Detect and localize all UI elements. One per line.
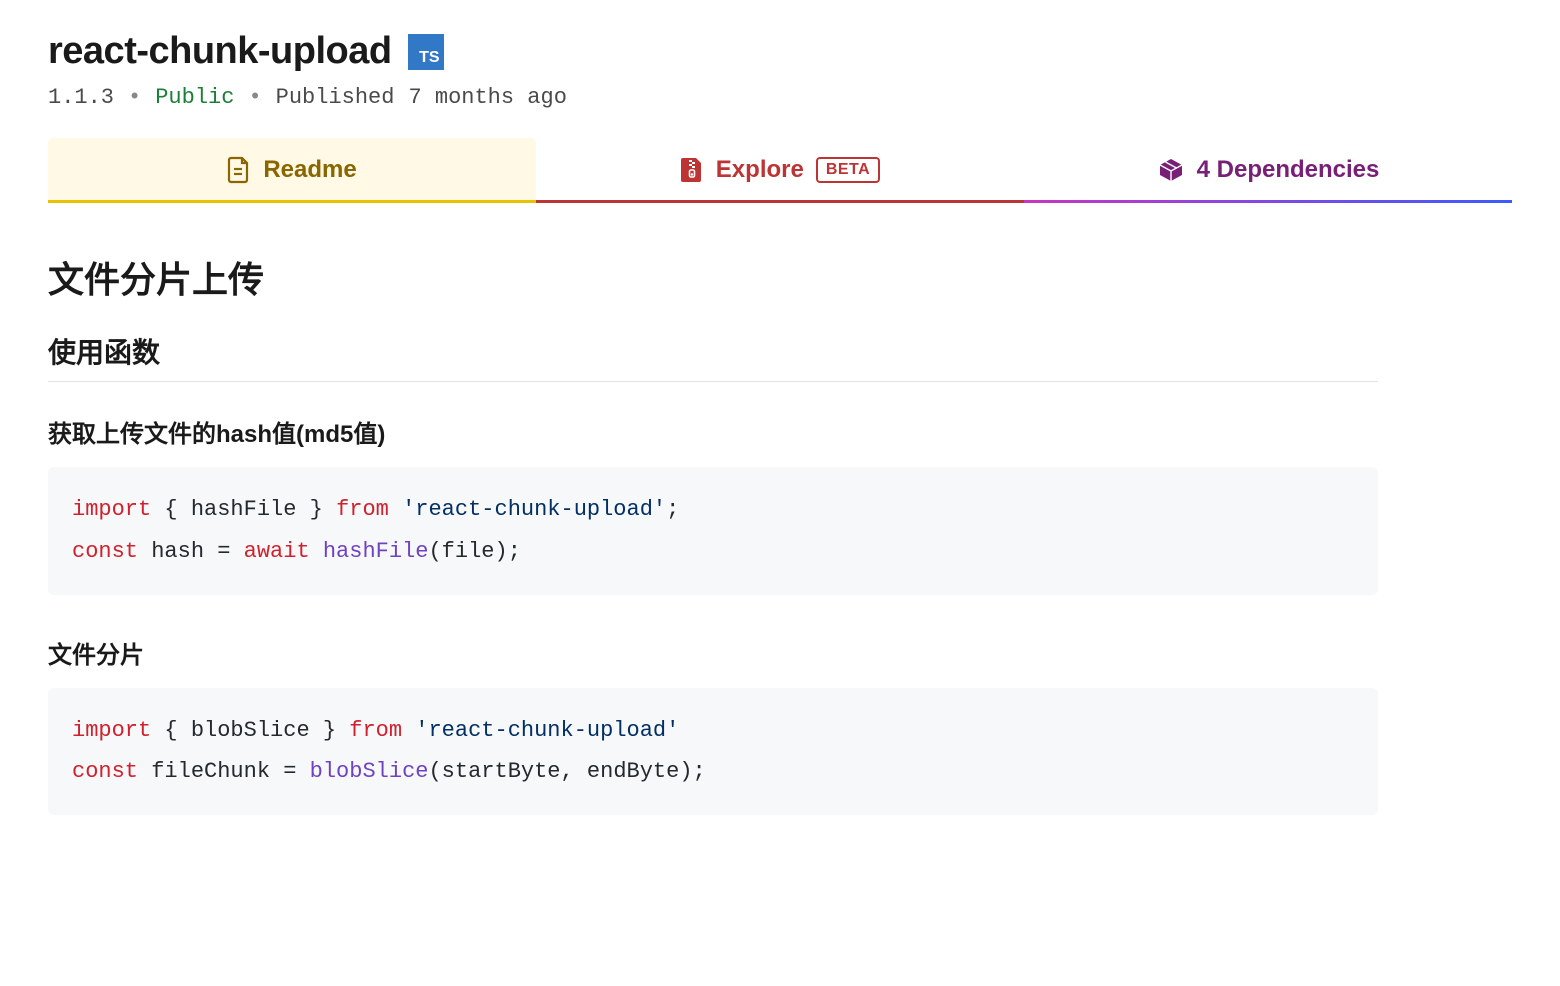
deps-count: 4 <box>1197 156 1210 183</box>
typescript-badge-icon: TS <box>408 34 444 70</box>
section-hashfile-heading: 获取上传文件的hash值(md5值) <box>48 414 1378 449</box>
code-token: { hashFile } <box>151 497 336 522</box>
code-token <box>310 539 323 564</box>
code-token: fileChunk = <box>138 759 310 784</box>
beta-badge: BETA <box>816 157 880 183</box>
code-token: 'react-chunk-upload' <box>402 718 679 743</box>
code-token: hashFile <box>323 539 429 564</box>
section-blobslice-heading: 文件分片 <box>48 635 1378 670</box>
file-text-icon <box>227 156 251 184</box>
code-token: blobSlice <box>310 759 429 784</box>
code-token: (startByte, endByte); <box>428 759 705 784</box>
code-token: from <box>336 497 389 522</box>
code-token: import <box>72 718 151 743</box>
code-token: from <box>349 718 402 743</box>
tab-explore-label: Explore <box>716 156 804 184</box>
code-token: ; <box>666 497 679 522</box>
code-token: (file); <box>428 539 520 564</box>
package-version: 1.1.3 <box>48 85 114 110</box>
tab-explore[interactable]: Explore BETA <box>536 138 1024 203</box>
published-ago[interactable]: 7 months ago <box>408 85 566 110</box>
code-token: const <box>72 759 138 784</box>
tab-readme-label: Readme <box>263 156 356 184</box>
code-token: hash = <box>138 539 244 564</box>
package-meta: 1.1.3 • Public • Published 7 months ago <box>48 85 1512 110</box>
readme-h1: 文件分片上传 <box>48 251 1378 303</box>
separator-dot: • <box>248 85 261 110</box>
code-token: import <box>72 497 151 522</box>
package-visibility: Public <box>155 85 234 110</box>
separator-dot: • <box>128 85 141 110</box>
code-block-hashfile[interactable]: import { hashFile } from 'react-chunk-up… <box>48 467 1378 595</box>
tab-deps-label: Dependencies <box>1217 156 1380 183</box>
code-block-blobslice[interactable]: import { blobSlice } from 'react-chunk-u… <box>48 688 1378 816</box>
readme-content: 文件分片上传 使用函数 获取上传文件的hash值(md5值) import { … <box>48 203 1378 815</box>
code-token: await <box>244 539 310 564</box>
code-token: 'react-chunk-upload' <box>389 497 666 522</box>
tab-readme[interactable]: Readme <box>48 138 536 203</box>
zip-file-icon <box>680 156 704 184</box>
package-title: react-chunk-upload <box>48 30 392 73</box>
readme-h2: 使用函数 <box>48 331 1378 382</box>
published-label: Published <box>276 85 395 110</box>
package-box-icon <box>1157 156 1185 184</box>
code-token: const <box>72 539 138 564</box>
tab-dependencies[interactable]: 4 Dependencies <box>1024 138 1512 203</box>
code-token: { blobSlice } <box>151 718 349 743</box>
tab-bar: Readme Explore BETA <box>48 138 1512 203</box>
